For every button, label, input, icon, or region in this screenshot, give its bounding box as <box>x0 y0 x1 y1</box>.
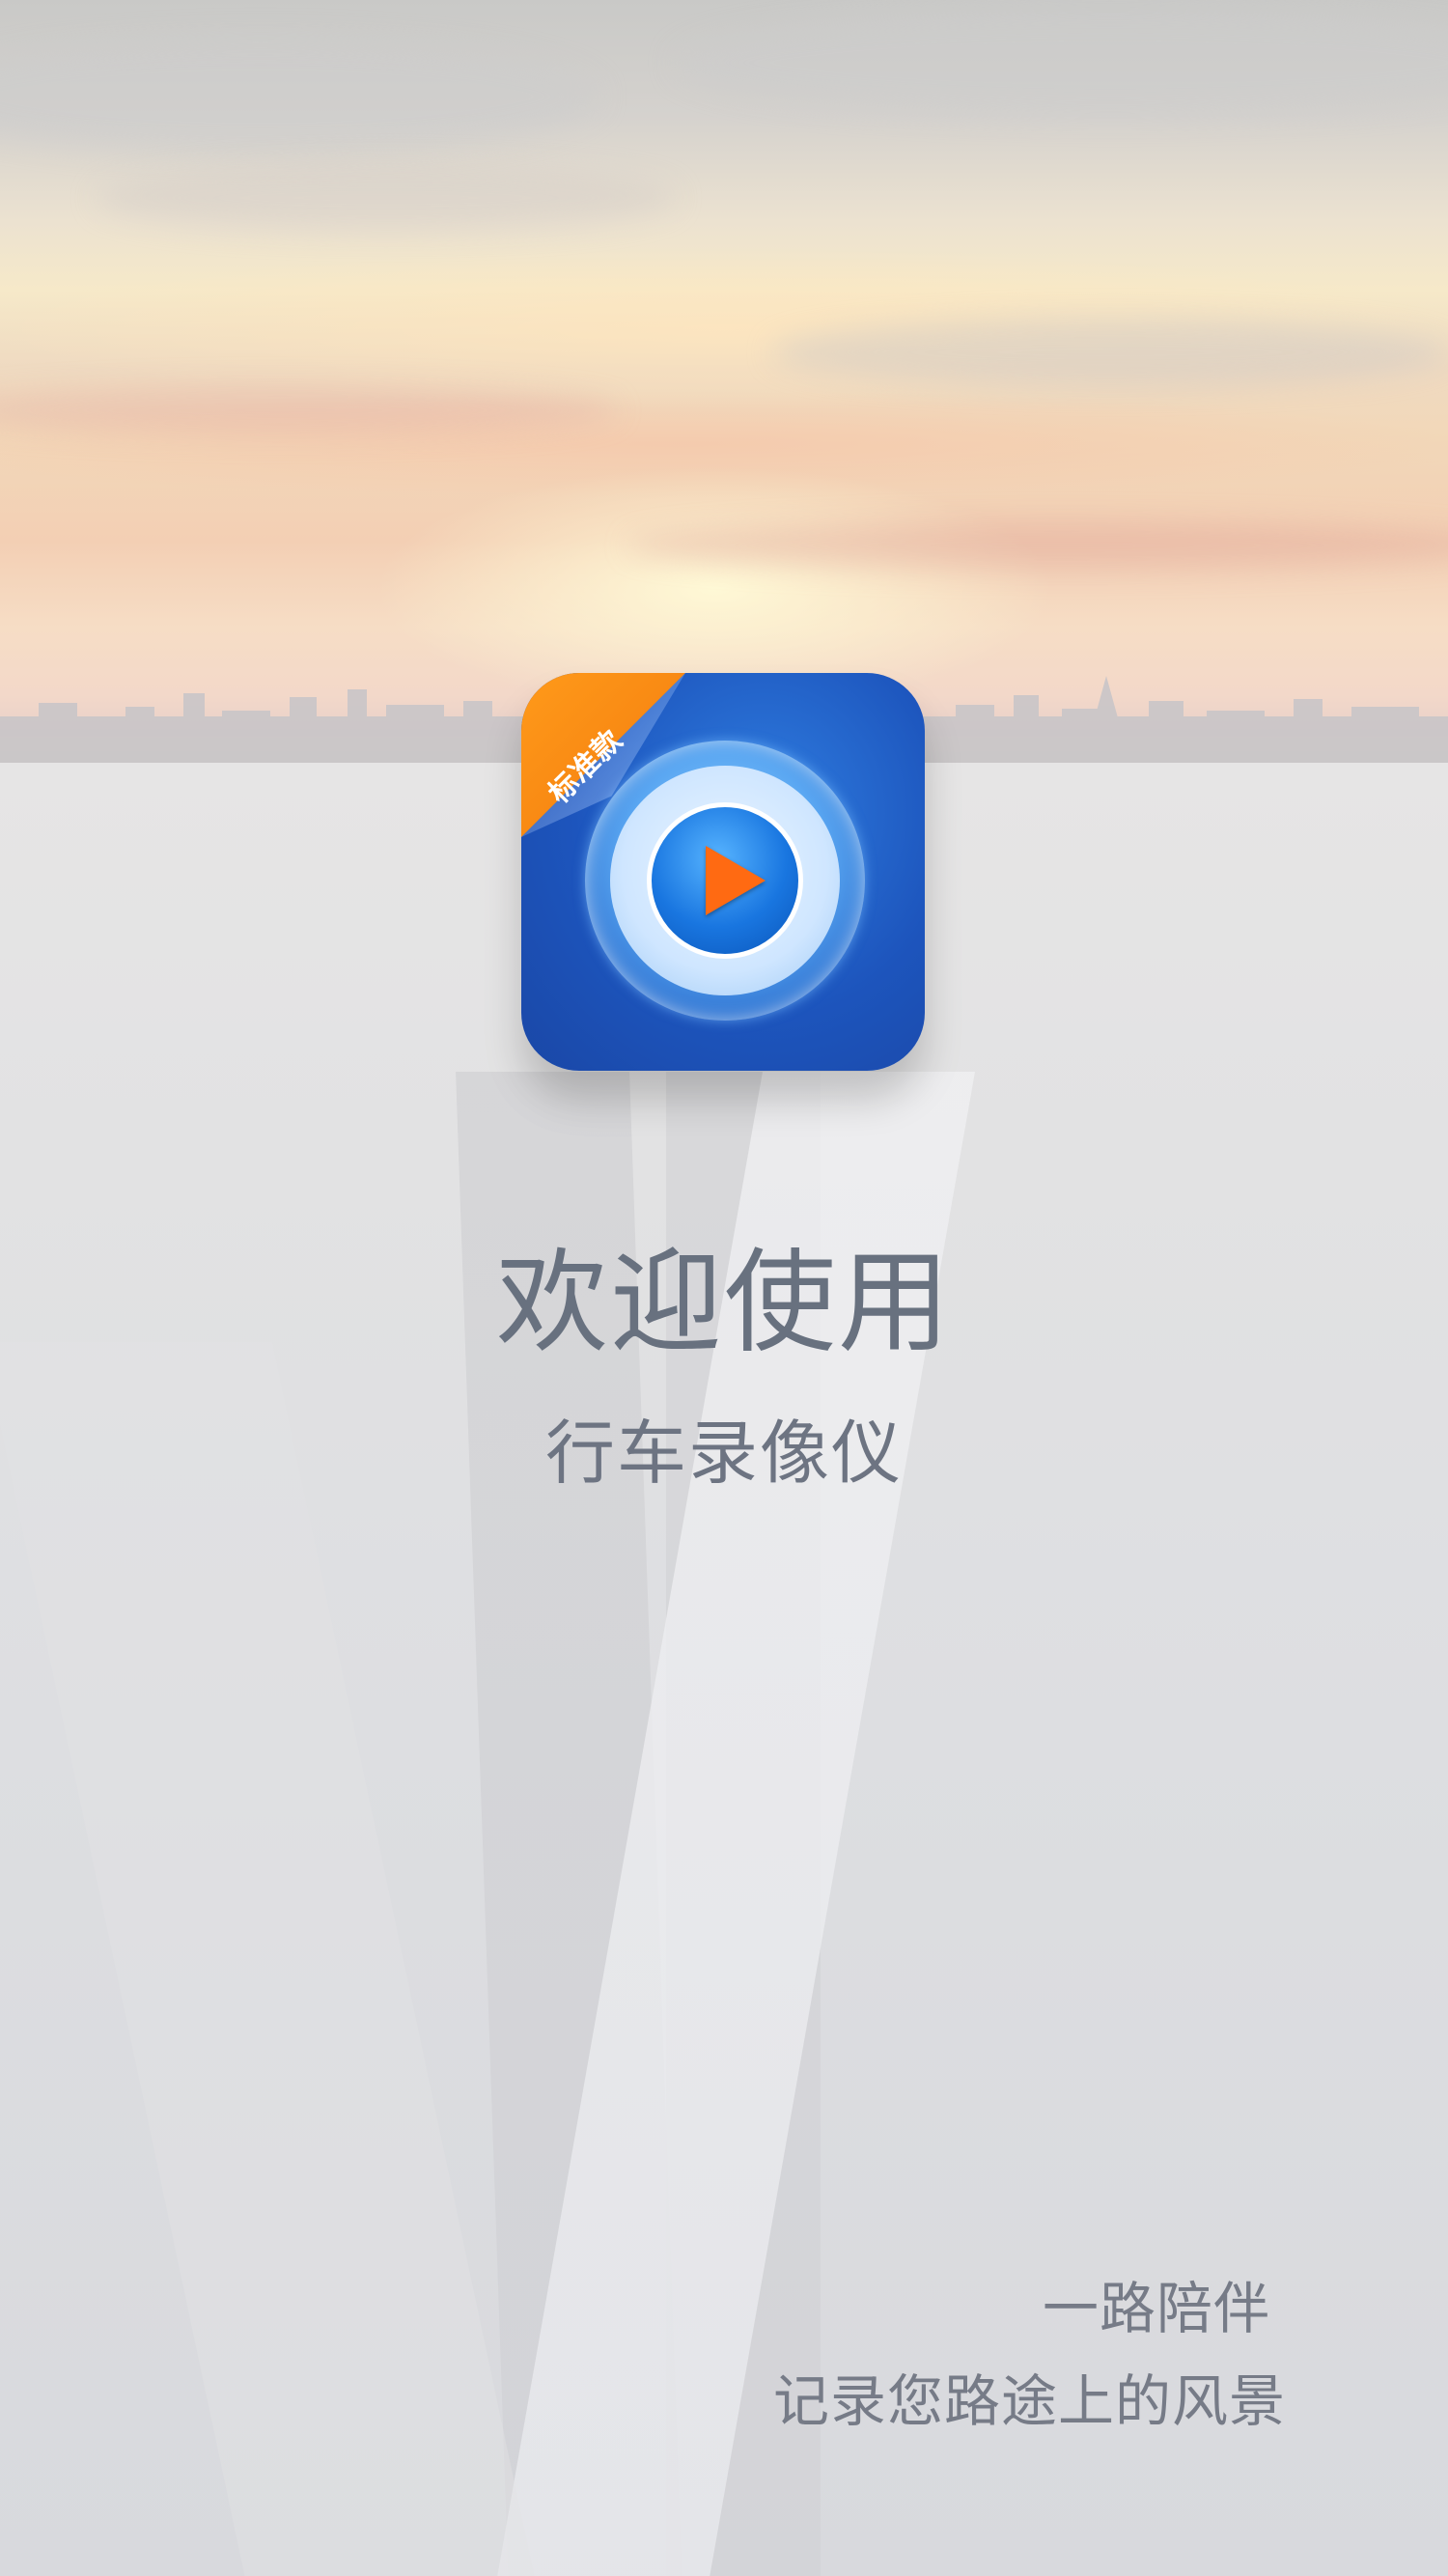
icon-ring-mid <box>610 766 840 995</box>
splash-screen: 标准款 欢迎使用 行车录像仪 一路陪伴 记录您路途上的风景 <box>0 0 1448 2576</box>
icon-ring-outer <box>585 741 865 1021</box>
app-name: 行车录像仪 <box>544 1413 903 1494</box>
tagline-line2: 记录您路途上的风景 <box>772 2368 1286 2434</box>
sky-background <box>0 0 1448 772</box>
icon-ring-inner <box>647 802 803 959</box>
play-icon <box>706 846 766 915</box>
app-logo-icon: 标准款 <box>521 673 925 1071</box>
tagline-line1: 一路陪伴 <box>1042 2276 1270 2341</box>
welcome-title: 欢迎使用 <box>496 1238 952 1368</box>
